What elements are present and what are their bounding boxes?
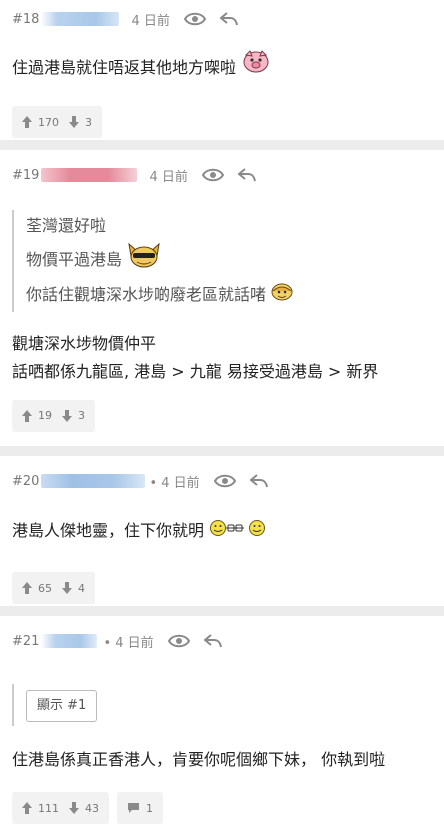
post-time: 4 日前 [131, 13, 170, 29]
post-content: 觀塘深水埗物價仲平 話哂都係九龍區, 港島 > 九龍 易接受過港島 > 新界 [0, 330, 444, 386]
post-number[interactable]: #20 [12, 474, 39, 489]
vote-bar: 65 4 [0, 572, 444, 604]
quote-line: 物價平過港島 [26, 250, 123, 269]
content-line: 住過港島就住唔返其他地方㗎啦 [12, 58, 237, 77]
upvote-count: 65 [38, 581, 52, 595]
smiley-emoji-icon [209, 515, 267, 549]
content-line: 住港島係真正香港人，肯要你呢個鄉下妹， 你執到啦 [12, 750, 386, 769]
post-number[interactable]: #18 [12, 12, 39, 27]
thumb-up-arrow-icon[interactable] [22, 582, 32, 594]
vote-bar: 19 3 [0, 399, 444, 432]
post-19: #19 4 日前 荃灣還好啦 物價平過港島 你話住觀塘深水埗啲廢老區就話啫 觀塘… [0, 150, 444, 446]
downvote-count: 4 [78, 581, 85, 595]
downvote-count: 43 [85, 801, 99, 815]
eye-icon[interactable] [201, 168, 224, 182]
post-content: 港島人傑地靈，住下你就明 [0, 514, 444, 548]
vote-buttons: 111 43 [12, 792, 109, 824]
thumb-down-arrow-icon[interactable] [62, 409, 72, 422]
username-blurred[interactable] [41, 474, 146, 488]
username-blurred[interactable] [41, 168, 138, 182]
username-blurred[interactable] [41, 12, 120, 26]
upvote-count: 19 [38, 409, 52, 422]
reply-count: 1 [146, 801, 153, 815]
reply-arrow-icon[interactable] [219, 12, 238, 26]
content-line: 話哂都係九龍區, 港島 > 九龍 易接受過港島 > 新界 [12, 361, 379, 381]
content-line: 港島人傑地靈，住下你就明 [12, 521, 205, 540]
post-20: #20 • 4 日前 港島人傑地靈，住下你就明 65 4 [0, 456, 444, 606]
content-line: 觀塘深水埗物價仲平 [12, 333, 157, 353]
post-header: #18 4 日前 [0, 0, 444, 38]
post-content: 住過港島就住唔返其他地方㗎啦 [0, 48, 444, 88]
post-number[interactable]: #19 [12, 168, 39, 183]
quote-line: 你話住觀塘深水埗啲廢老區就話啫 [26, 285, 267, 304]
post-time: 4 日前 [149, 169, 188, 185]
username-blurred[interactable] [41, 634, 98, 648]
post-header: #19 4 日前 [0, 150, 444, 200]
comment-bubble-icon [127, 802, 140, 814]
upvote-count: 170 [38, 115, 59, 129]
show-quoted-button[interactable]: 顯示 #1 [26, 690, 98, 722]
thumb-down-arrow-icon[interactable] [69, 116, 79, 128]
eye-icon[interactable] [167, 634, 190, 648]
post-21: #21 • 4 日前 顯示 #1 住港島係真正香港人，肯要你呢個鄉下妹， 你執到… [0, 616, 444, 836]
post-time: • 4 日前 [103, 635, 154, 651]
sunglasses-emoji-icon [127, 242, 161, 279]
vote-buttons: 170 3 [12, 106, 102, 138]
thumb-down-arrow-icon[interactable] [62, 582, 72, 594]
vote-buttons: 19 3 [12, 399, 95, 432]
thumb-up-arrow-icon[interactable] [22, 409, 32, 422]
quote-line-with-emoji: 物價平過港島 [26, 242, 432, 279]
post-18: #18 4 日前 住過港島就住唔返其他地方㗎啦 170 3 [0, 0, 444, 140]
vote-buttons: 65 4 [12, 572, 95, 604]
eye-icon[interactable] [213, 474, 236, 488]
post-header: #20 • 4 日前 [0, 456, 444, 506]
quote-line-with-emoji: 你話住觀塘深水埗啲廢老區就話啫 [26, 279, 432, 312]
reply-count-button[interactable]: 1 [117, 792, 163, 824]
thumb-up-arrow-icon[interactable] [22, 802, 32, 814]
monkey-emoji-icon [271, 280, 293, 312]
vote-bar: 170 3 [0, 106, 444, 138]
upvote-count: 111 [38, 801, 59, 815]
eye-icon[interactable] [183, 12, 206, 26]
post-header: #21 • 4 日前 [0, 616, 444, 666]
pig-emoji-icon [241, 48, 271, 89]
reply-arrow-icon[interactable] [237, 168, 256, 182]
post-time: • 4 日前 [149, 475, 200, 491]
post-number[interactable]: #21 [12, 634, 39, 649]
reply-arrow-icon[interactable] [249, 474, 268, 488]
thumb-up-arrow-icon[interactable] [22, 116, 32, 128]
quote-block: 荃灣還好啦 物價平過港島 你話住觀塘深水埗啲廢老區就話啫 [12, 210, 432, 312]
downvote-count: 3 [85, 115, 92, 129]
reply-arrow-icon[interactable] [203, 634, 222, 648]
downvote-count: 3 [78, 409, 85, 422]
quote-line: 荃灣還好啦 [26, 216, 107, 235]
post-content: 住港島係真正香港人，肯要你呢個鄉下妹， 你執到啦 [0, 746, 444, 774]
quote-block: 顯示 #1 [12, 684, 432, 726]
vote-bar: 111 43 1 [0, 792, 444, 824]
thumb-down-arrow-icon[interactable] [69, 802, 79, 814]
